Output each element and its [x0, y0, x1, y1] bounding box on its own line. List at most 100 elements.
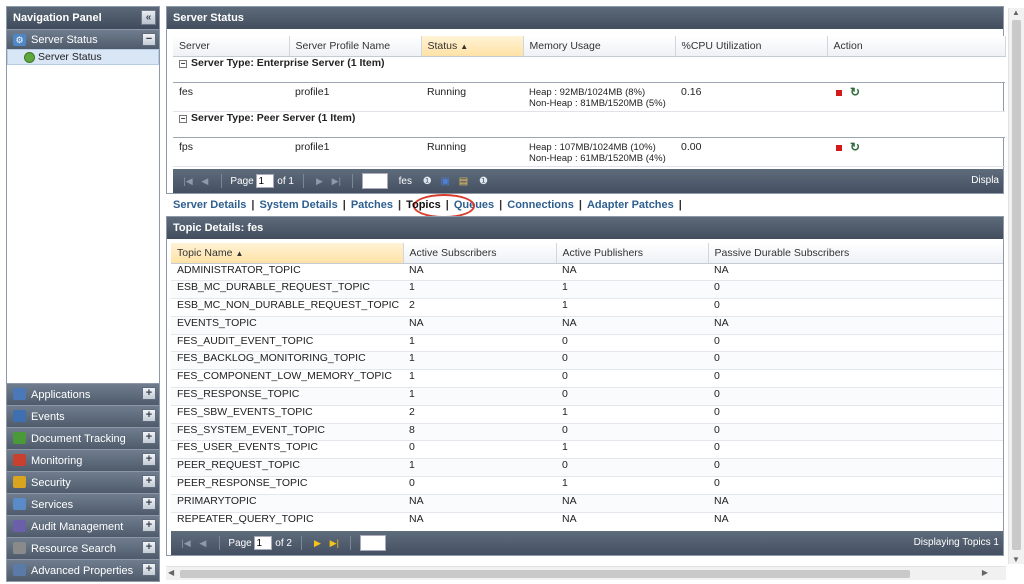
double-chevron-left-icon[interactable]: «	[141, 10, 156, 25]
nav-section-services[interactable]: Services +	[7, 493, 159, 515]
first-page-icon[interactable]: |◀	[181, 169, 195, 193]
expand-icon[interactable]: +	[142, 409, 156, 422]
nav-section-resource-search[interactable]: Resource Search +	[7, 537, 159, 559]
nav-section-security[interactable]: Security +	[7, 471, 159, 493]
table-row[interactable]: FES_SBW_EVENTS_TOPIC 2 1 0	[171, 405, 1003, 424]
page-input[interactable]	[256, 174, 275, 189]
puzzle-icon	[13, 432, 26, 444]
group-row[interactable]: − Server Type: Peer Server (1 Item)	[173, 111, 1005, 138]
table-row[interactable]: ESB_MC_DURABLE_REQUEST_TOPIC 1 1 0	[171, 280, 1003, 300]
table-row[interactable]: ESB_MC_NON_DURABLE_REQUEST_TOPIC 2 1 0	[171, 298, 1003, 317]
filter-input[interactable]	[361, 173, 388, 190]
next-page-icon[interactable]: ▶	[313, 169, 327, 193]
table-row[interactable]: fes profile1 Running Heap : 92MB/1024MB (8%…	[173, 82, 1005, 112]
table-row[interactable]: FES_COMPONENT_LOW_MEMORY_TOPIC 1 0 0	[171, 369, 1003, 389]
table-row[interactable]: FES_BACKLOG_MONITORING_TOPIC 1 0 0	[171, 351, 1003, 371]
column-header[interactable]: Status ▲	[421, 36, 524, 57]
last-page-icon[interactable]: ▶|	[329, 169, 343, 193]
expand-icon[interactable]: +	[142, 563, 156, 576]
last-page-icon[interactable]: ▶|	[327, 531, 341, 555]
tab-system-details[interactable]: System Details	[256, 199, 340, 211]
vertical-scrollbar[interactable]: ▲ ▼	[1008, 8, 1024, 564]
next-page-icon[interactable]: ▶	[311, 531, 325, 555]
edit-icon[interactable]: ▤	[459, 176, 468, 187]
nav-section-audit-management[interactable]: Audit Management +	[7, 515, 159, 537]
column-header[interactable]: Action	[827, 36, 1006, 57]
expand-icon[interactable]: +	[142, 519, 156, 532]
expand-icon[interactable]: +	[142, 497, 156, 510]
stop-icon[interactable]	[836, 144, 842, 151]
expand-icon[interactable]: +	[142, 541, 156, 554]
table-cell: 0	[556, 387, 708, 406]
expand-icon[interactable]: +	[142, 453, 156, 466]
stop-icon[interactable]	[836, 89, 842, 96]
scroll-right-icon[interactable]: ▶	[982, 568, 988, 577]
nav-section-server-status[interactable]: ⚙ Server Status −	[7, 29, 159, 49]
expand-icon[interactable]: +	[142, 431, 156, 444]
table-row[interactable]: EVENTS_TOPIC NA NA NA	[171, 316, 1003, 335]
table-row[interactable]: FES_AUDIT_EVENT_TOPIC 1 0 0	[171, 334, 1003, 353]
nav-section-advanced-properties[interactable]: Advanced Properties +	[7, 559, 159, 581]
tab-server-details[interactable]: Server Details	[170, 199, 249, 211]
applications-icon	[13, 388, 26, 400]
column-header[interactable]: %CPU Utilization	[675, 36, 828, 57]
restart-icon[interactable]: ↻	[850, 86, 860, 98]
tab-connections[interactable]: Connections	[504, 199, 577, 211]
column-header[interactable]: Server Profile Name	[289, 36, 422, 57]
scroll-left-icon[interactable]: ◀	[168, 568, 174, 577]
table-row[interactable]: PEER_RESPONSE_TOPIC 0 1 0	[171, 476, 1003, 495]
nav-section-applications[interactable]: Applications +	[7, 383, 159, 405]
table-row[interactable]: FES_USER_EVENTS_TOPIC 0 1 0	[171, 440, 1003, 460]
column-header[interactable]: Active Publishers	[556, 243, 709, 264]
expand-icon[interactable]: +	[142, 387, 156, 400]
save-icon[interactable]: ▣	[441, 176, 450, 187]
prev-page-icon[interactable]: ◀	[196, 531, 210, 555]
server-pager: |◀ ◀ Page of 1 ▶ ▶| fes ❶ ▣ ▤ ❶ Displa	[173, 169, 1003, 193]
prev-page-icon[interactable]: ◀	[198, 169, 212, 193]
tab-patches[interactable]: Patches	[348, 199, 396, 211]
tab-adapter-patches[interactable]: Adapter Patches	[584, 199, 677, 211]
table-row[interactable]: ADMINISTRATOR_TOPIC NA NA NA	[171, 263, 1003, 282]
collapse-icon[interactable]: −	[179, 114, 187, 123]
nav-section-label: Monitoring	[31, 455, 83, 467]
column-header[interactable]: Active Subscribers	[403, 243, 557, 264]
nav-section-label: Applications	[31, 389, 91, 401]
table-row[interactable]: fps profile1 Running Heap : 107MB/1024MB (1…	[173, 137, 1005, 167]
table-row[interactable]: FES_SYSTEM_EVENT_TOPIC 8 0 0	[171, 423, 1003, 442]
collapse-icon[interactable]: −	[179, 59, 187, 68]
group-row[interactable]: − Server Type: Enterprise Server (1 Item)	[173, 56, 1005, 83]
info-icon[interactable]: ❶	[423, 176, 432, 187]
nav-item-server-status[interactable]: Server Status	[7, 49, 159, 65]
scroll-thumb[interactable]	[180, 570, 910, 578]
expand-icon[interactable]: +	[142, 475, 156, 488]
table-row[interactable]: PEER_REQUEST_TOPIC 1 0 0	[171, 458, 1003, 478]
table-row[interactable]: REPEATER_QUERY_TOPIC NA NA NA	[171, 512, 1003, 529]
column-header[interactable]: Passive Durable Subscribers	[708, 243, 1003, 264]
nav-section-monitoring[interactable]: Monitoring +	[7, 449, 159, 471]
nav-section-events[interactable]: Events +	[7, 405, 159, 427]
table-row[interactable]: FES_RESPONSE_TOPIC 1 0 0	[171, 387, 1003, 406]
server-status-panel: Server Status Server Server Profile Name S…	[166, 6, 1006, 194]
help-icon[interactable]: ❶	[479, 176, 488, 187]
scroll-thumb[interactable]	[1012, 20, 1021, 550]
scroll-down-icon[interactable]: ▼	[1012, 555, 1020, 564]
collapse-icon[interactable]: −	[142, 33, 156, 46]
tab-topics[interactable]: Topics	[403, 199, 444, 211]
nav-title: Navigation Panel	[13, 12, 102, 24]
table-cell: 1	[556, 405, 708, 424]
scroll-up-icon[interactable]: ▲	[1012, 8, 1020, 17]
table-cell: NA	[556, 494, 708, 513]
filter-input[interactable]	[359, 535, 386, 552]
action-cell: ↻	[827, 82, 1005, 112]
table-row[interactable]: PRIMARYTOPIC NA NA NA	[171, 494, 1003, 513]
nav-section-document-tracking[interactable]: Document Tracking +	[7, 427, 159, 449]
page-input[interactable]	[254, 536, 273, 551]
first-page-icon[interactable]: |◀	[179, 531, 193, 555]
restart-icon[interactable]: ↻	[850, 141, 860, 153]
horizontal-scrollbar[interactable]: ◀ ▶	[166, 566, 1006, 580]
nav-section-label: Services	[31, 499, 74, 511]
column-header[interactable]: Topic Name ▲	[171, 243, 404, 264]
group-cell: − Server Type: Peer Server (1 Item)	[173, 111, 1005, 138]
column-header[interactable]: Server	[173, 36, 290, 57]
column-header[interactable]: Memory Usage	[523, 36, 676, 57]
